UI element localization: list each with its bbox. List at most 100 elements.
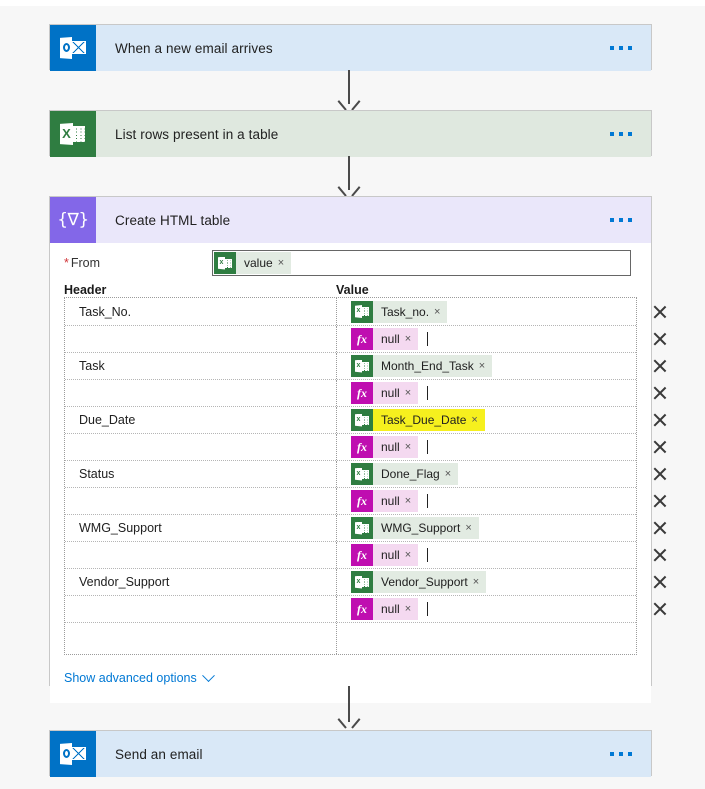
flow-step-card-trigger[interactable]: When a new email arrives <box>49 24 652 71</box>
function-icon: fx <box>351 490 373 512</box>
remove-token-icon[interactable]: × <box>471 409 484 431</box>
table-row: fx null × <box>65 487 636 514</box>
token-chip-expression[interactable]: fx null × <box>351 328 419 350</box>
token-chip-value[interactable]: value × <box>214 252 292 274</box>
delete-row-icon[interactable] <box>652 574 668 590</box>
delete-row-icon[interactable] <box>652 439 668 455</box>
connector-arrow-2 <box>341 156 357 198</box>
from-field-row: *From value × <box>50 243 651 283</box>
flow-step-card-create-html-table[interactable]: {∇} Create HTML table *From value <box>49 196 652 703</box>
value-cell[interactable]: fx null × <box>337 596 636 622</box>
token-chip-expression[interactable]: fx null × <box>351 436 419 458</box>
remove-token-icon[interactable]: × <box>405 328 418 350</box>
value-cell[interactable]: WMG_Support × <box>337 515 636 541</box>
token-label: Task_no. <box>381 304 430 319</box>
header-cell[interactable]: Status <box>65 461 337 487</box>
chevron-down-icon <box>201 668 215 682</box>
value-cell[interactable]: Vendor_Support × <box>337 569 636 595</box>
header-cell[interactable] <box>65 542 337 568</box>
flow-step-card-send-email[interactable]: Send an email <box>49 730 652 777</box>
token-chip-expression[interactable]: fx null × <box>351 598 419 620</box>
delete-row-icon[interactable] <box>652 466 668 482</box>
value-cell[interactable] <box>337 623 636 654</box>
remove-token-icon[interactable]: × <box>473 571 486 593</box>
delete-row-icon[interactable] <box>652 304 668 320</box>
card-header[interactable]: {∇} Create HTML table <box>50 197 651 243</box>
remove-token-icon[interactable]: × <box>405 382 418 404</box>
data-operations-icon: {∇} <box>50 197 96 243</box>
text-caret <box>427 602 429 616</box>
remove-token-icon[interactable]: × <box>434 301 447 323</box>
token-chip-excel[interactable]: Vendor_Support × <box>351 571 487 593</box>
value-cell[interactable]: Task_no. × <box>337 298 636 325</box>
card-header[interactable]: X List rows present in a table <box>50 111 651 157</box>
header-cell[interactable]: WMG_Support <box>65 515 337 541</box>
value-cell[interactable]: fx null × <box>337 434 636 460</box>
token-chip-excel[interactable]: Task_no. × <box>351 300 448 323</box>
value-cell[interactable]: Task_Due_Date × <box>337 407 636 433</box>
table-row: Due_Date Task_Due_Date × <box>65 406 636 433</box>
delete-row-icon[interactable] <box>652 493 668 509</box>
remove-token-icon[interactable]: × <box>405 598 418 620</box>
token-chip-expression[interactable]: fx null × <box>351 544 419 566</box>
header-cell[interactable] <box>65 488 337 514</box>
header-cell[interactable]: Task_No. <box>65 298 337 325</box>
table-row: fx null × <box>65 595 636 622</box>
flow-step-card-list-rows[interactable]: X List rows present in a table <box>49 110 652 157</box>
value-cell[interactable]: fx null × <box>337 380 636 406</box>
header-cell[interactable] <box>65 326 337 352</box>
delete-row-icon[interactable] <box>652 520 668 536</box>
token-label: value <box>244 256 273 270</box>
table-row: fx null × <box>65 541 636 568</box>
header-cell[interactable]: Task <box>65 353 337 379</box>
value-cell[interactable]: Done_Flag × <box>337 461 636 487</box>
remove-token-icon[interactable]: × <box>445 463 458 485</box>
remove-token-icon[interactable]: × <box>479 355 492 377</box>
show-advanced-options-link[interactable]: Show advanced options <box>64 668 215 685</box>
card-header[interactable]: Send an email <box>50 731 651 777</box>
value-cell[interactable]: fx null × <box>337 326 636 352</box>
token-chip-expression[interactable]: fx null × <box>351 382 419 404</box>
value-cell[interactable]: Month_End_Task × <box>337 353 636 379</box>
remove-token-icon[interactable]: × <box>405 544 418 566</box>
header-cell[interactable] <box>65 623 337 654</box>
excel-token-icon <box>351 300 373 323</box>
more-commands-button[interactable] <box>610 132 632 136</box>
more-commands-button[interactable] <box>610 752 632 756</box>
card-header[interactable]: When a new email arrives <box>50 25 651 71</box>
text-caret <box>427 386 429 400</box>
excel-icon: X <box>50 111 96 157</box>
token-chip-excel[interactable]: Task_Due_Date × <box>351 409 485 431</box>
value-cell[interactable]: fx null × <box>337 542 636 568</box>
header-cell[interactable]: Vendor_Support <box>65 569 337 595</box>
token-label: null <box>381 440 400 454</box>
delete-row-icon[interactable] <box>652 358 668 374</box>
header-cell[interactable]: Due_Date <box>65 407 337 433</box>
value-cell[interactable]: fx null × <box>337 488 636 514</box>
token-chip-excel[interactable]: WMG_Support × <box>351 517 479 539</box>
remove-token-icon[interactable]: × <box>405 436 418 458</box>
header-cell[interactable] <box>65 434 337 460</box>
token-chip-excel[interactable]: Month_End_Task × <box>351 355 493 377</box>
header-cell[interactable] <box>65 596 337 622</box>
excel-token-icon <box>351 571 373 593</box>
header-cell[interactable] <box>65 380 337 406</box>
more-commands-button[interactable] <box>610 46 632 50</box>
from-input[interactable]: value × <box>212 250 631 276</box>
delete-row-icon[interactable] <box>652 385 668 401</box>
column-heading-header: Header <box>64 283 107 297</box>
remove-token-icon[interactable]: × <box>405 490 418 512</box>
more-commands-button[interactable] <box>610 218 632 222</box>
delete-row-icon[interactable] <box>652 331 668 347</box>
table-row: fx null × <box>65 433 636 460</box>
token-chip-excel[interactable]: Done_Flag × <box>351 463 459 485</box>
from-label-text: From <box>70 256 101 270</box>
remove-token-icon[interactable]: × <box>465 517 478 539</box>
table-row: Status Done_Flag × <box>65 460 636 487</box>
token-chip-expression[interactable]: fx null × <box>351 490 419 512</box>
remove-token-icon[interactable]: × <box>278 252 291 274</box>
delete-row-icon[interactable] <box>652 601 668 617</box>
delete-row-icon[interactable] <box>652 547 668 563</box>
token-label: Task_Due_Date <box>381 413 467 427</box>
delete-row-icon[interactable] <box>652 412 668 428</box>
